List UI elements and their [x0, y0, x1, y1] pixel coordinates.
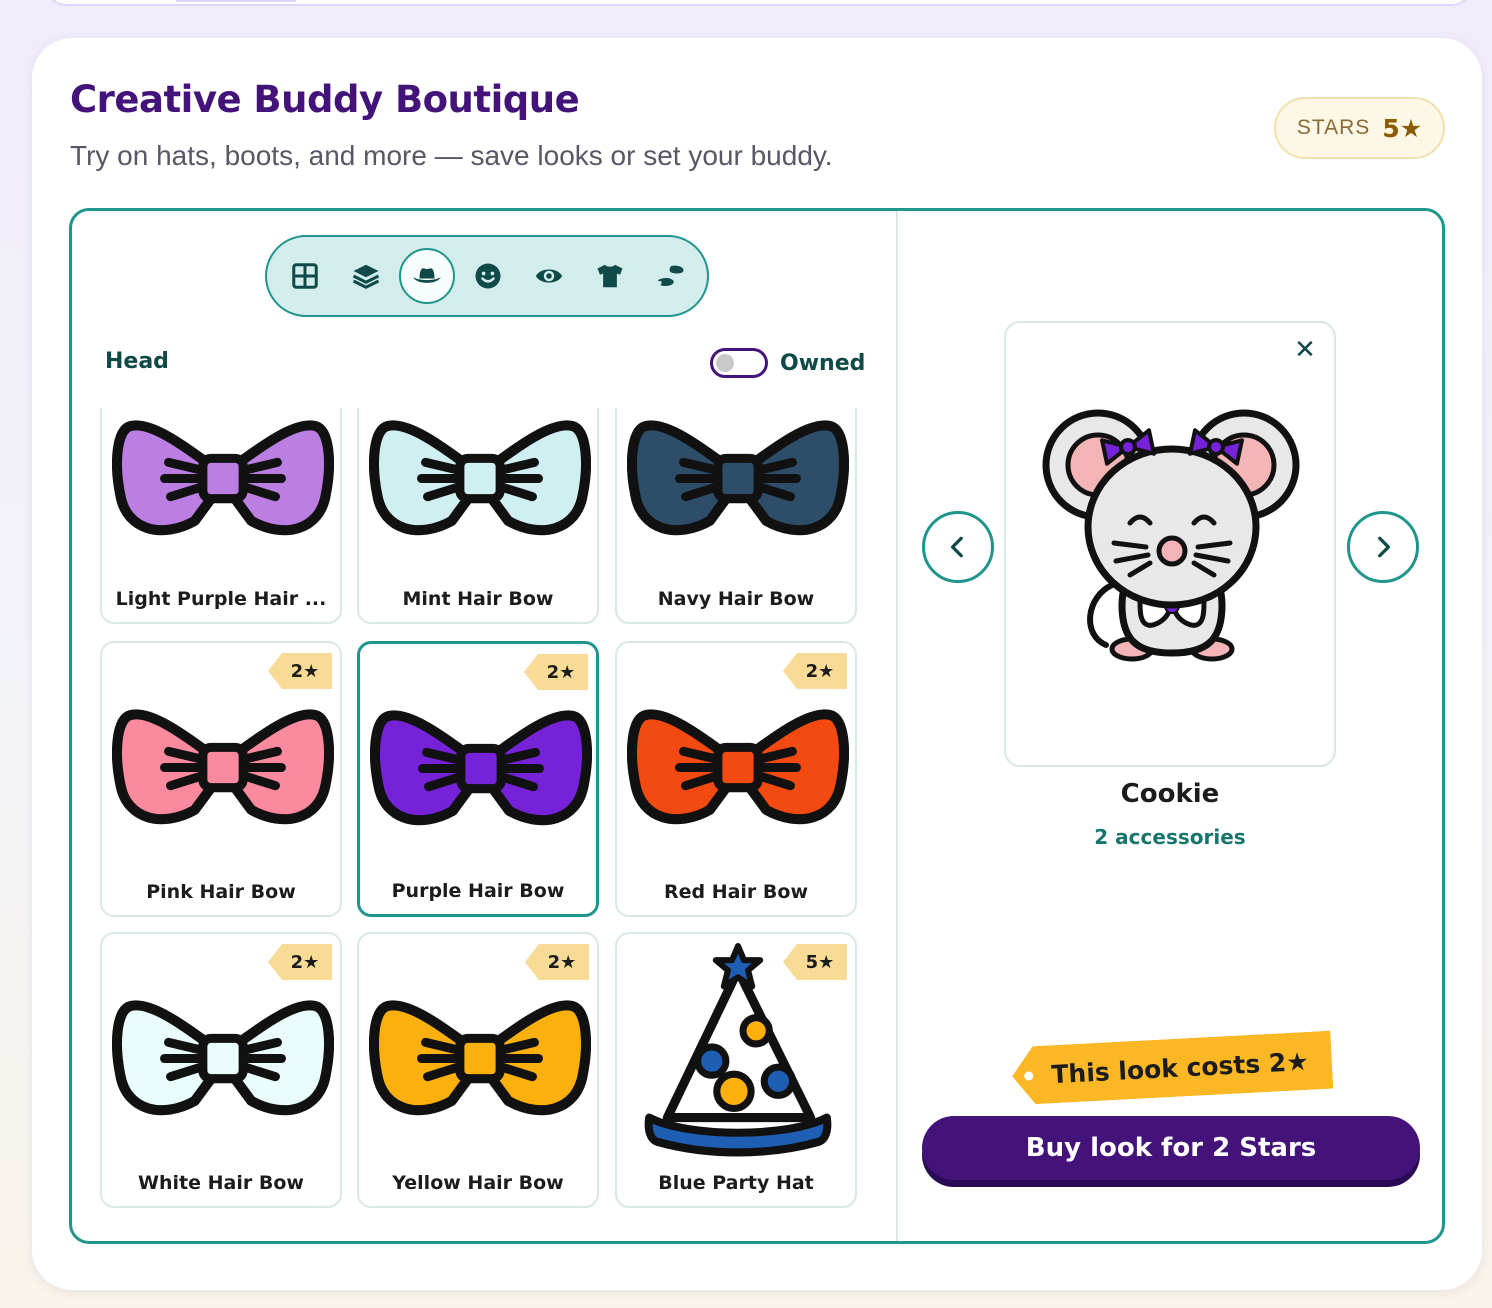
item-tile[interactable]: 2★ Yellow Hair Bow — [357, 932, 599, 1208]
owned-filter[interactable]: Owned — [710, 348, 865, 378]
category-bar — [265, 235, 709, 317]
item-name: Mint Hair Bow — [402, 588, 554, 610]
item-name: Red Hair Bow — [663, 881, 809, 903]
buddy-preview-card: ✕ — [1004, 321, 1336, 767]
hair-bow-icon — [111, 412, 335, 562]
tag-hole — [1024, 1071, 1033, 1080]
price-tag: 2★ — [268, 653, 332, 689]
shirt-icon[interactable] — [582, 248, 638, 304]
item-name: White Hair Bow — [138, 1172, 304, 1194]
hair-bow-icon — [368, 412, 592, 562]
boutique-card: Creative Buddy Boutique Try on hats, boo… — [32, 38, 1482, 1290]
look-cost-tag: This look costs 2★ — [1011, 1031, 1334, 1106]
item-tile[interactable]: Light Purple Hair ... — [100, 408, 342, 624]
panel-divider — [896, 211, 898, 1241]
accessories-count: 2 accessories — [1094, 825, 1246, 849]
prev-buddy-button[interactable] — [922, 511, 994, 583]
previous-panel-edge — [44, 0, 1474, 6]
owned-toggle[interactable] — [710, 348, 768, 378]
hair-bow-icon — [626, 412, 850, 562]
page-subtitle: Try on hats, boots, and more — save look… — [70, 140, 833, 171]
item-tile[interactable]: Mint Hair Bow — [357, 408, 599, 624]
section-label: Head — [105, 349, 169, 374]
item-name: Pink Hair Bow — [146, 881, 296, 903]
buddy-name: Cookie — [1120, 779, 1220, 809]
look-cost-label: This look costs 2★ — [1050, 1046, 1310, 1089]
hat-icon[interactable] — [399, 248, 455, 304]
hair-bow-icon — [111, 701, 335, 851]
item-name: Blue Party Hat — [658, 1172, 814, 1194]
next-buddy-button[interactable] — [1347, 511, 1419, 583]
buy-look-button[interactable]: Buy look for 2 Stars — [922, 1116, 1420, 1180]
price-tag: 2★ — [525, 944, 589, 980]
item-tile[interactable]: 2★ Pink Hair Bow — [100, 641, 342, 917]
chevron-left-icon — [950, 536, 963, 558]
item-grid: Light Purple Hair ... Mint Hair Bow Navy H… — [100, 408, 866, 1208]
tab-indicator — [176, 0, 296, 2]
price-tag: 2★ — [783, 653, 847, 689]
stars-value: 5★ — [1382, 113, 1423, 143]
hair-bow-icon — [369, 702, 593, 852]
item-name: Yellow Hair Bow — [392, 1172, 564, 1194]
grid-icon[interactable] — [277, 248, 333, 304]
price-tag: 2★ — [524, 654, 588, 690]
stars-label: STARS — [1296, 116, 1371, 139]
stars-balance-badge: STARS 5★ — [1274, 97, 1445, 159]
shoes-icon[interactable] — [643, 248, 699, 304]
item-name: Purple Hair Bow — [391, 880, 565, 902]
item-tile[interactable]: 2★ White Hair Bow — [100, 932, 342, 1208]
dressing-studio: Head Owned Light Purple Hair ... Mint Hai… — [69, 208, 1445, 1244]
layers-icon[interactable] — [338, 248, 394, 304]
item-tile[interactable]: Navy Hair Bow — [615, 408, 857, 624]
owned-toggle-label: Owned — [780, 350, 866, 376]
item-name: Light Purple Hair ... — [115, 588, 327, 610]
page-title: Creative Buddy Boutique — [70, 78, 580, 121]
eye-icon[interactable] — [521, 248, 577, 304]
buddy-avatar — [1042, 409, 1300, 662]
hair-bow-icon — [368, 992, 592, 1142]
close-icon[interactable]: ✕ — [1290, 335, 1320, 365]
toggle-knob — [716, 354, 734, 372]
item-tile[interactable]: 5★ Blue Party Hat — [615, 932, 857, 1208]
face-icon[interactable] — [460, 248, 516, 304]
price-tag: 2★ — [268, 944, 332, 980]
item-name: Navy Hair Bow — [657, 588, 815, 610]
item-tile[interactable]: 2★ Red Hair Bow — [615, 641, 857, 917]
item-tile[interactable]: 2★ Purple Hair Bow — [357, 641, 599, 917]
hair-bow-icon — [111, 992, 335, 1142]
hair-bow-icon — [626, 701, 850, 851]
chevron-right-icon — [1378, 536, 1391, 558]
